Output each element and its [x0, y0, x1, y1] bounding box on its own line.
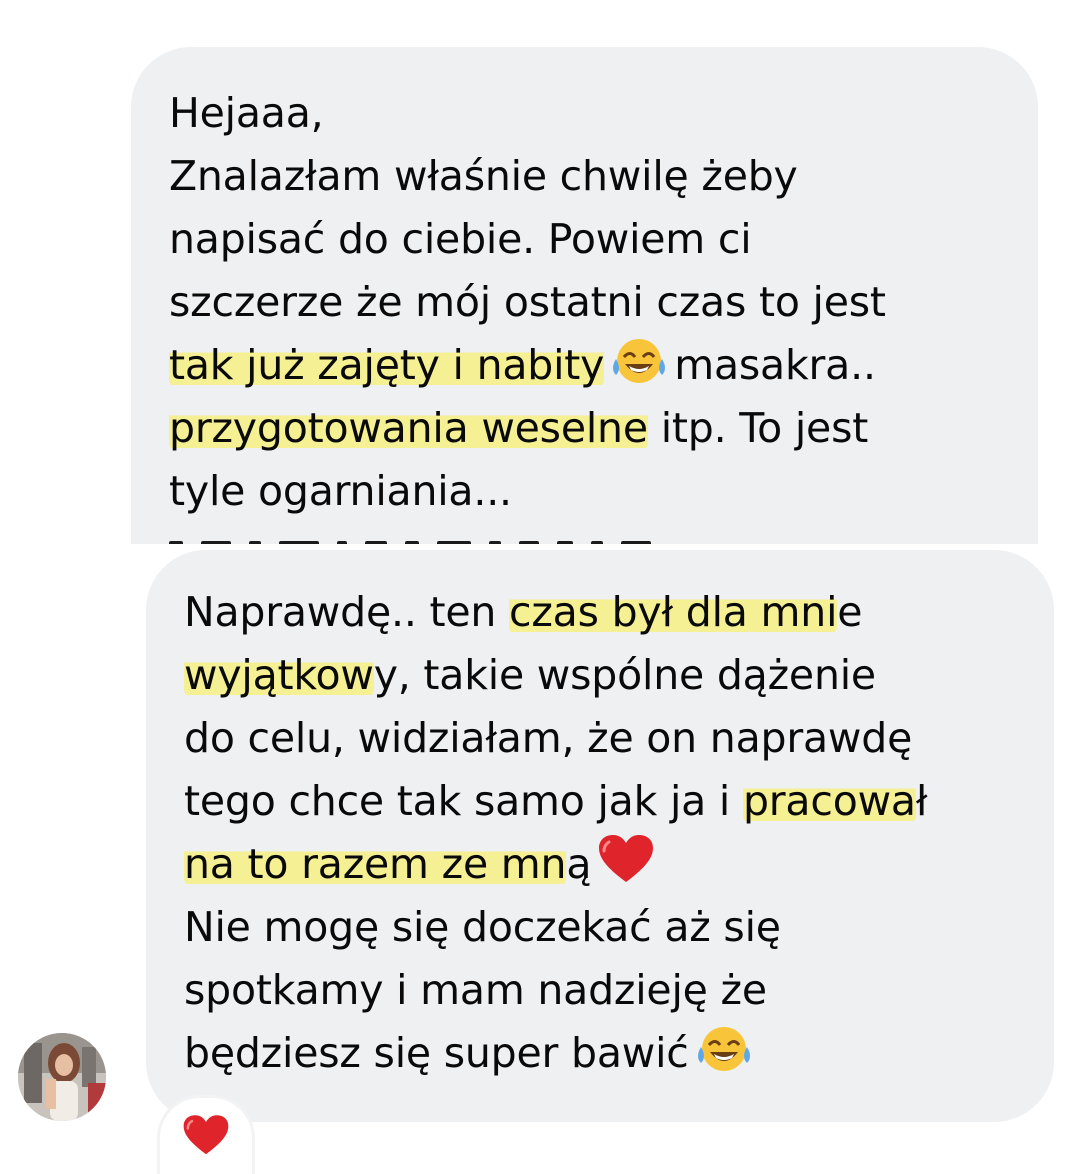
message-line: szczerze że mój ostatni czas to jest — [169, 278, 886, 326]
message-line: tyle ogarniania... — [169, 467, 512, 515]
message-line: Znalazłam właśnie chwilę żeby — [169, 152, 798, 200]
highlight-mark: pracowa — [742, 777, 916, 825]
message-line: spotkamy i mam nadzieję że — [184, 966, 767, 1014]
message-line: Hejaaa, — [169, 89, 324, 137]
message-text: Hejaaa, Znalazłam właśnie chwilę żeby napi… — [169, 82, 886, 523]
avatar[interactable] — [18, 1033, 106, 1121]
message-line: przygotowania weselne itp. To jest — [169, 404, 869, 452]
red-heart-icon — [183, 1115, 229, 1155]
face-with-tears-of-joy-icon — [695, 1023, 753, 1093]
truncated-line — [169, 531, 969, 544]
message-line: na to razem ze mną — [184, 833, 927, 896]
highlight-mark: tak już zajęty i nabity — [169, 341, 605, 389]
message-line: wyjątkowy, takie wspólne dążenie — [184, 651, 876, 699]
message-text: Naprawdę.. ten czas był dla mnie wyjątkow… — [184, 581, 928, 1085]
highlight-mark: na to razem ze mn — [184, 840, 567, 888]
message-bubble-2[interactable]: Naprawdę.. ten czas był dla mnie wyjątkow… — [146, 550, 1054, 1122]
message-line: Naprawdę.. ten czas był dla mnie — [184, 588, 863, 636]
profile-photo — [18, 1033, 106, 1121]
highlight-mark: wyjątkow — [184, 651, 374, 699]
message-line: tego chce tak samo jak ja i pracował — [184, 777, 928, 825]
highlight-mark: czas był dla mni — [509, 588, 838, 636]
highlight-mark: przygotowania weselne — [169, 404, 648, 452]
face-with-tears-of-joy-icon — [610, 335, 668, 405]
message-line: do celu, widziałam, że on naprawdę — [184, 714, 913, 762]
message-line: będziesz się super bawić — [184, 1022, 927, 1085]
red-heart-icon — [597, 834, 655, 904]
reaction-badge[interactable] — [160, 1098, 252, 1174]
message-line: tak już zajęty i nabity masakra.. — [169, 334, 886, 397]
message-line: Nie mogę się doczekać aż się — [184, 903, 781, 951]
message-line: napisać do ciebie. Powiem ci — [169, 215, 752, 263]
message-bubble-1[interactable]: Hejaaa, Znalazłam właśnie chwilę żeby napi… — [131, 47, 1038, 544]
